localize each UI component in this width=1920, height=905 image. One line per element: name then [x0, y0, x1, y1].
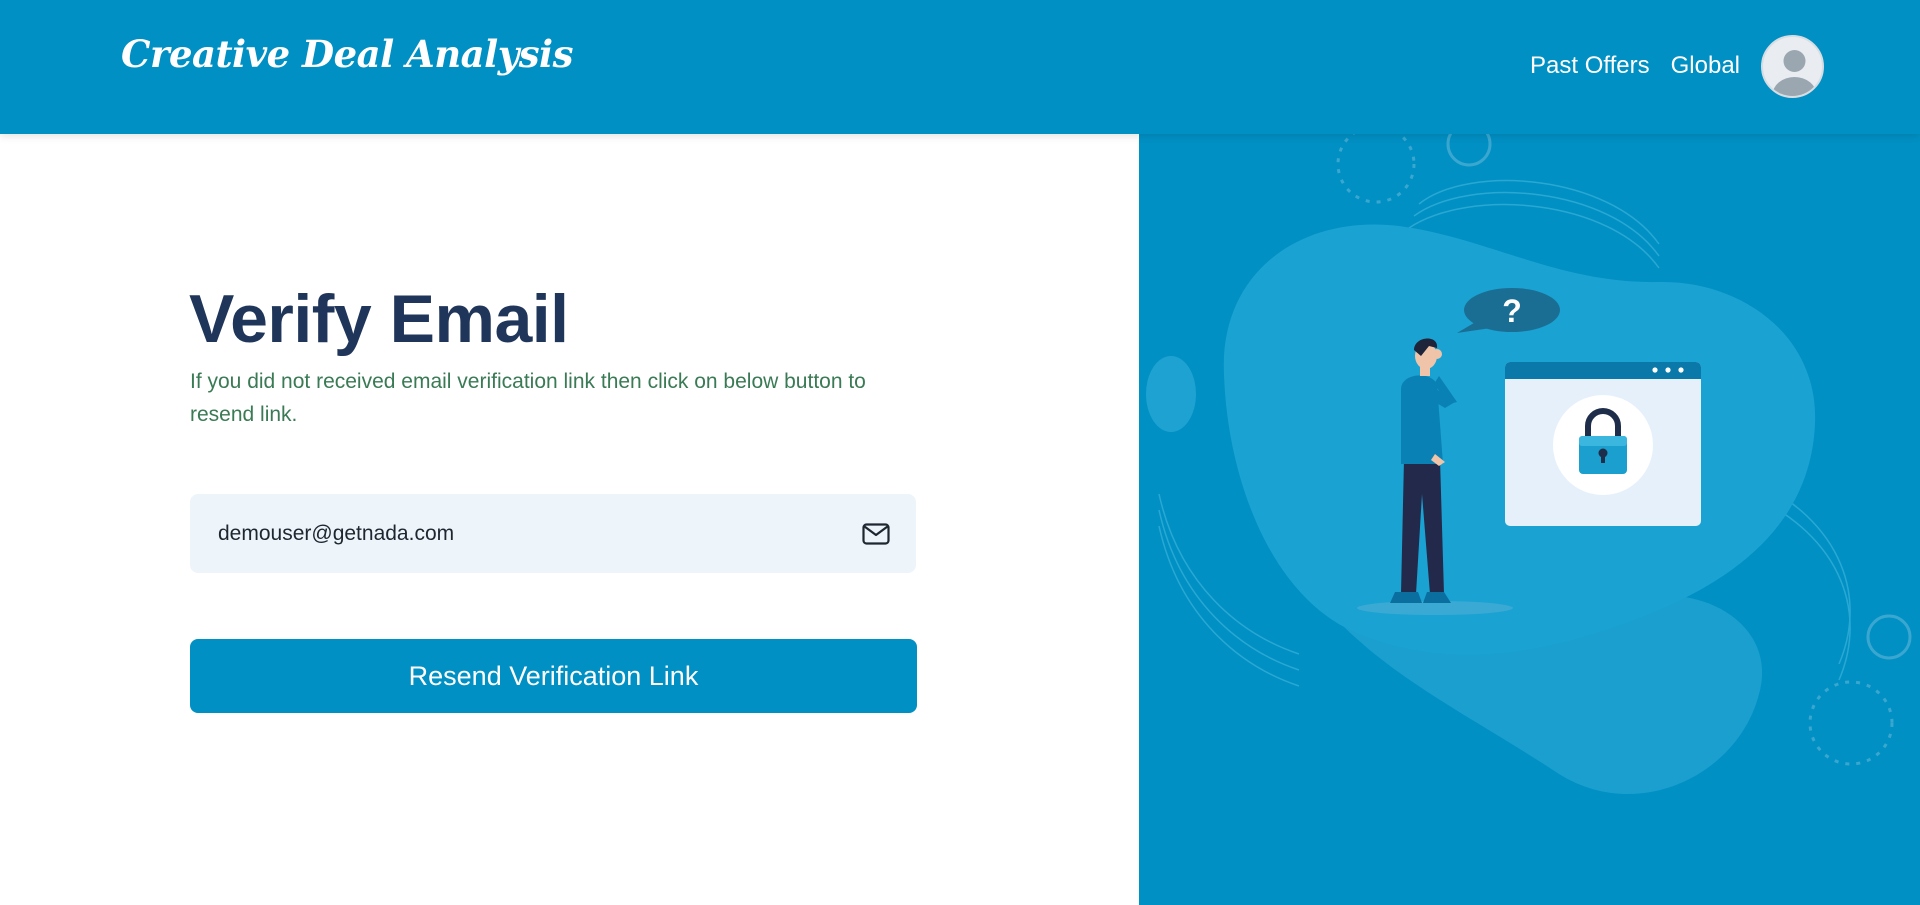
browser-window — [1505, 362, 1701, 526]
email-field — [190, 494, 916, 573]
page-subtitle: If you did not received email verificati… — [190, 370, 866, 426]
nav-link-past-offers[interactable]: Past Offers — [1530, 52, 1650, 80]
illustration-panel: ? — [1139, 134, 1920, 905]
verify-illustration: ? — [1146, 134, 1912, 795]
envelope-icon — [862, 522, 890, 545]
resend-verification-button[interactable]: Resend Verification Link — [190, 639, 917, 713]
decor-ring — [1446, 134, 1492, 167]
nav-link-global[interactable]: Global — [1671, 52, 1740, 80]
email-input[interactable] — [218, 521, 862, 546]
decor-ring — [1866, 614, 1912, 660]
decor-blob — [1146, 356, 1196, 432]
user-avatar-icon — [1772, 49, 1817, 96]
decor-dashed-circle — [1336, 134, 1416, 204]
verify-panel: Verify Email If you did not received ema… — [0, 134, 1139, 905]
brand-logo[interactable]: Creative Deal Analysis — [121, 32, 573, 76]
user-avatar[interactable] — [1761, 34, 1824, 98]
top-navbar: Creative Deal Analysis Past Offers Globa… — [0, 0, 1920, 134]
decor-dashed-circle — [1808, 680, 1894, 766]
page-title: Verify Email — [189, 281, 569, 357]
question-mark: ? — [1502, 293, 1522, 329]
main-nav: Past Offers Global — [1530, 34, 1824, 98]
